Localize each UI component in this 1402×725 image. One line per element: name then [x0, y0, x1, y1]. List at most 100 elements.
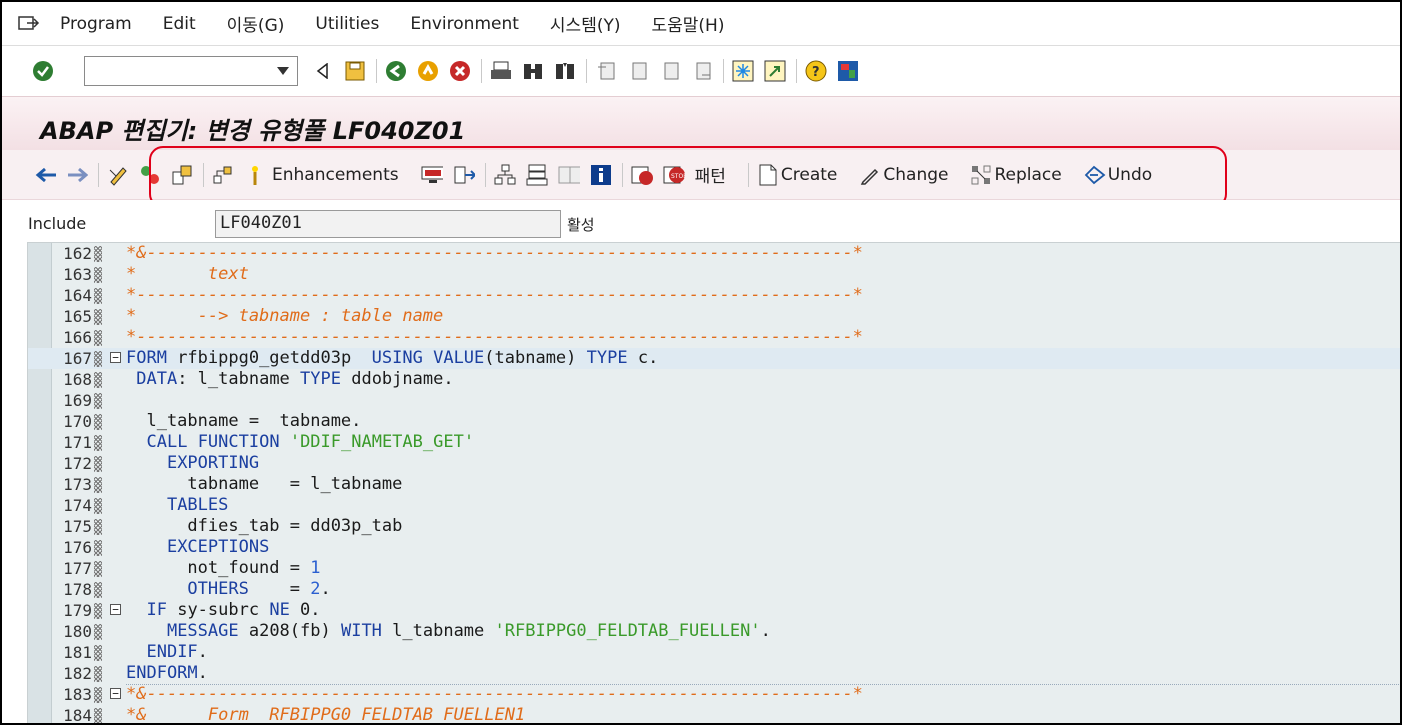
line-marker [94, 666, 102, 682]
menu-exit-icon[interactable] [18, 15, 40, 33]
display-change-icon[interactable] [107, 164, 129, 186]
code-line[interactable]: 181 ENDIF. [28, 642, 1400, 663]
separator [481, 59, 482, 83]
new-session-icon[interactable] [732, 60, 754, 82]
code-text: FORM rfbippg0_getdd03p USING VALUE(tabna… [126, 348, 659, 368]
svg-text:?: ? [812, 65, 820, 80]
separator [376, 59, 377, 83]
code-line[interactable]: 168 DATA: l_tabname TYPE ddobjname. [28, 369, 1400, 390]
menu-goto[interactable]: 이동(G) [227, 11, 285, 36]
shortcut-icon[interactable] [764, 60, 786, 82]
line-number: 174 [63, 496, 92, 515]
line-number: 184 [63, 706, 92, 723]
code-line[interactable]: 172 EXPORTING [28, 453, 1400, 474]
back-icon[interactable] [385, 60, 407, 82]
line-marker [94, 708, 102, 723]
code-text: * text [126, 264, 249, 284]
line-number: 177 [63, 559, 92, 578]
line-marker [94, 414, 102, 430]
line-number: 175 [63, 517, 92, 536]
line-marker [94, 603, 102, 619]
code-line[interactable]: 167 − FORM rfbippg0_getdd03p USING VALUE(t… [28, 348, 1400, 369]
fold-toggle-icon[interactable]: − [110, 604, 121, 615]
code-line[interactable]: 171 CALL FUNCTION 'DDIF_NAMETAB_GET' [28, 432, 1400, 453]
code-text: OTHERS = 2. [187, 579, 331, 599]
separator [723, 59, 724, 83]
first-page-icon[interactable] [595, 60, 617, 82]
find-next-icon[interactable] [554, 60, 576, 82]
line-marker [94, 519, 102, 535]
code-text: IF sy-subrc NE 0. [146, 600, 321, 620]
code-text: *---------------------------------------… [126, 285, 863, 305]
fold-toggle-icon[interactable]: − [110, 352, 121, 363]
fold-toggle-icon[interactable]: − [110, 688, 121, 699]
code-line[interactable]: 178 OTHERS = 2. [28, 579, 1400, 600]
include-row: Include LF040Z01 활성 [2, 200, 1400, 242]
menu-utilities[interactable]: Utilities [315, 14, 379, 34]
line-marker [94, 330, 102, 346]
find-icon[interactable] [522, 60, 544, 82]
previous-page-icon[interactable] [627, 60, 649, 82]
line-number: 169 [63, 391, 92, 410]
code-line[interactable]: 180 MESSAGE a208(fb) WITH l_tabname 'RFB… [28, 621, 1400, 642]
last-page-icon[interactable] [691, 60, 713, 82]
code-line[interactable]: 173 tabname = l_tabname [28, 474, 1400, 495]
line-number: 178 [63, 580, 92, 599]
separator [98, 162, 99, 187]
separator [796, 59, 797, 83]
code-line[interactable]: 182 ENDFORM. [28, 663, 1400, 684]
back-triangle-icon[interactable] [312, 60, 334, 82]
include-field[interactable]: LF040Z01 [215, 210, 561, 238]
next-page-icon[interactable] [659, 60, 681, 82]
code-text: * --> tabname : table name [126, 306, 444, 326]
save-icon[interactable] [344, 60, 366, 82]
code-text: *&--------------------------------------… [126, 684, 863, 704]
menu-system[interactable]: 시스템(Y) [550, 11, 621, 36]
menu-help[interactable]: 도움말(H) [652, 11, 725, 36]
code-line[interactable]: 175 dfies_tab = dd03p_tab [28, 516, 1400, 537]
code-line[interactable]: 166 *------------------------------------… [28, 327, 1400, 348]
enter-check-icon[interactable] [32, 60, 54, 82]
line-marker [94, 582, 102, 598]
code-line[interactable]: 169 [28, 390, 1400, 411]
line-marker [94, 393, 102, 409]
code-line[interactable]: 183 − *&----------------------------------… [28, 684, 1400, 705]
help-icon[interactable]: ? [805, 60, 827, 82]
chevron-down-icon[interactable] [277, 67, 289, 75]
command-field[interactable] [84, 56, 298, 86]
line-number: 171 [63, 433, 92, 452]
code-line[interactable]: 163 * text [28, 264, 1400, 285]
line-number: 176 [63, 538, 92, 557]
status-text: 활성 [567, 216, 595, 234]
code-line[interactable]: 165 * --> tabname : table name [28, 306, 1400, 327]
code-line[interactable]: 164 *------------------------------------… [28, 285, 1400, 306]
menu-environment[interactable]: Environment [410, 14, 519, 34]
customize-layout-icon[interactable] [837, 60, 859, 82]
code-text: MESSAGE a208(fb) WITH l_tabname 'RFBIPPG… [166, 621, 771, 641]
line-number: 181 [63, 643, 92, 662]
code-editor[interactable]: 162 *&-----------------------------------… [27, 242, 1400, 723]
line-number: 182 [63, 664, 92, 683]
exit-icon[interactable] [417, 60, 439, 82]
line-marker [94, 309, 102, 325]
line-marker [94, 477, 102, 493]
code-line[interactable]: 184 *& Form RFBIPPG0_FELDTAB_FUELLEN1 [28, 705, 1400, 723]
print-icon[interactable] [490, 60, 512, 82]
cancel-icon[interactable] [449, 60, 471, 82]
code-line[interactable]: 179 − IF sy-subrc NE 0. [28, 600, 1400, 621]
code-line[interactable]: 176 EXCEPTIONS [28, 537, 1400, 558]
line-marker [94, 456, 102, 472]
menu-program[interactable]: Program [60, 14, 132, 34]
code-line[interactable]: 177 not_found = 1 [28, 558, 1400, 579]
line-marker [94, 498, 102, 514]
arrow-right-icon[interactable] [66, 164, 88, 186]
code-line[interactable]: 170 l_tabname = tabname. [28, 411, 1400, 432]
line-marker [94, 540, 102, 556]
menu-edit[interactable]: Edit [163, 14, 196, 34]
code-line[interactable]: 162 *&-----------------------------------… [28, 243, 1400, 264]
code-line[interactable]: 174 TABLES [28, 495, 1400, 516]
code-text: CALL FUNCTION 'DDIF_NAMETAB_GET' [146, 432, 475, 452]
arrow-left-icon[interactable] [34, 164, 56, 186]
code-text: DATA: l_tabname TYPE ddobjname. [136, 369, 454, 389]
line-number: 163 [63, 265, 92, 284]
